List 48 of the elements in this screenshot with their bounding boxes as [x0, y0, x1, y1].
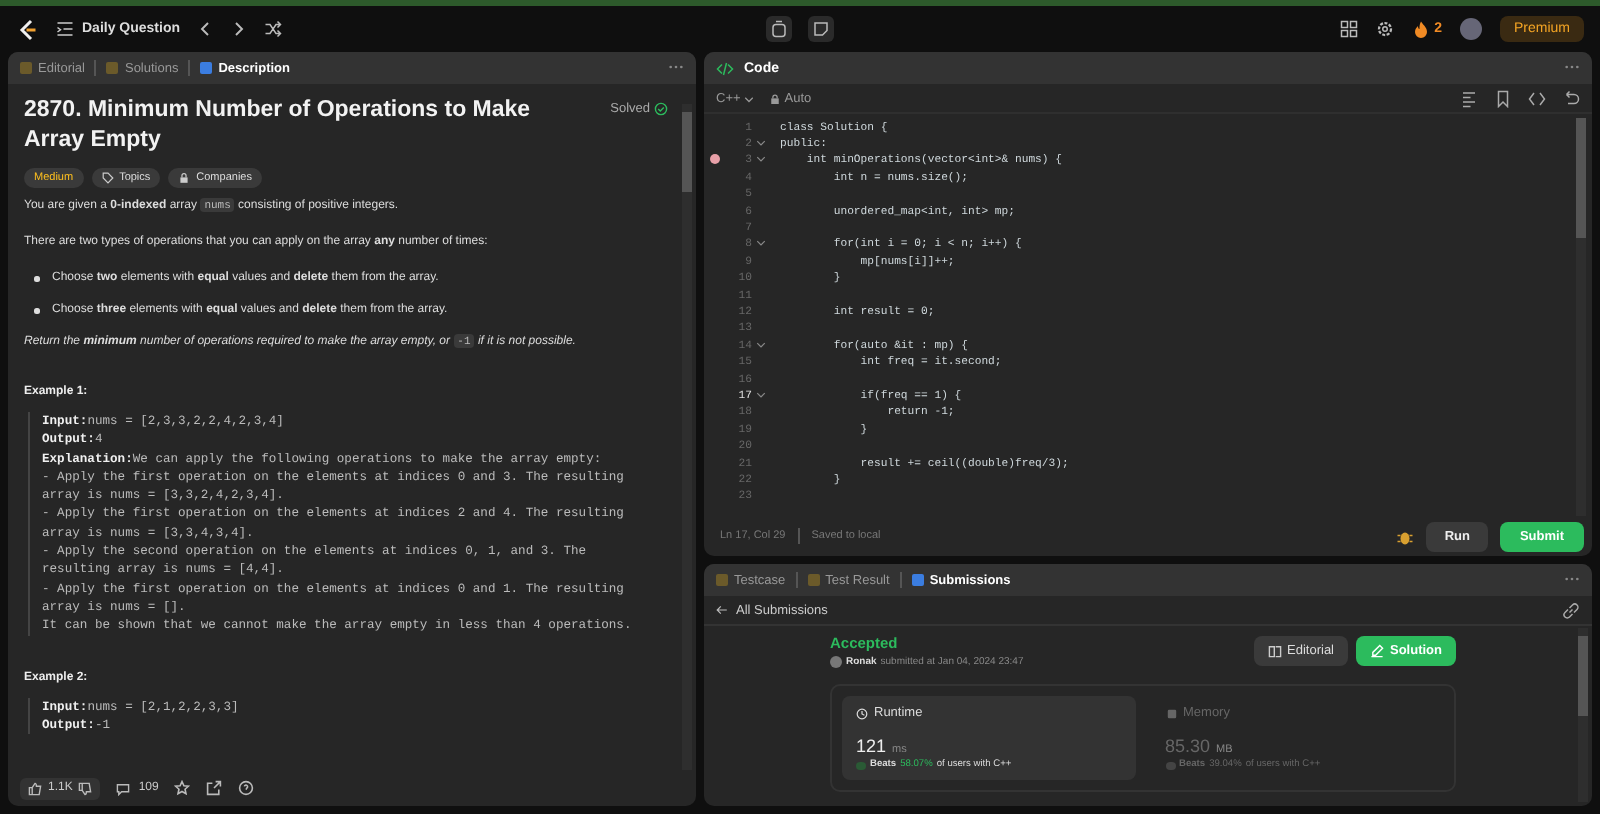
clock-icon: [856, 707, 868, 719]
flame-icon: [1412, 20, 1431, 38]
previous-icon[interactable]: [196, 20, 215, 38]
caret-icon: [744, 93, 755, 103]
chip-icon: [1165, 707, 1177, 719]
lock-icon: [770, 93, 781, 103]
more-icon[interactable]: [1564, 576, 1580, 584]
thumbs-down-icon[interactable]: [78, 781, 93, 795]
bug-icon[interactable]: [1396, 527, 1415, 545]
star-icon[interactable]: [174, 780, 191, 796]
timer-icon[interactable]: [766, 16, 792, 42]
share-icon[interactable]: [206, 780, 223, 796]
avatar[interactable]: [1459, 18, 1482, 40]
notes-icon[interactable]: [808, 16, 834, 42]
logo-icon[interactable]: [16, 17, 40, 41]
comment-icon: [116, 781, 131, 795]
help-icon[interactable]: [238, 780, 255, 796]
beats-icon: [856, 761, 866, 769]
fold-icon[interactable]: [755, 339, 765, 350]
stat-value: 85.30: [1165, 736, 1211, 756]
more-icon[interactable]: [668, 64, 684, 72]
link-icon[interactable]: [1562, 601, 1580, 619]
fold-icon[interactable]: [755, 138, 765, 149]
back-arrow-icon: [716, 604, 728, 616]
breakpoint-dot[interactable]: [709, 154, 719, 165]
fold-icon[interactable]: [755, 154, 765, 165]
fold-icon[interactable]: [755, 389, 765, 400]
reset-icon[interactable]: [1562, 89, 1580, 107]
braces-icon[interactable]: [1528, 89, 1546, 107]
thumbs-up-icon: [28, 781, 42, 795]
edit-icon: [1370, 644, 1384, 658]
bookmark-icon[interactable]: [1494, 89, 1512, 107]
problem-title: 2870. Minimum Number of Operations to Make Array Empty: [24, 96, 533, 156]
code-icon: [716, 59, 734, 77]
format-icon[interactable]: [1460, 89, 1478, 107]
fold-icon[interactable]: [755, 238, 765, 249]
settings-icon[interactable]: [1376, 20, 1395, 38]
stat-value: 121: [856, 736, 887, 756]
lock-icon: [178, 172, 191, 184]
book-icon: [1267, 644, 1282, 658]
check-icon: [654, 102, 668, 116]
shuffle-icon[interactable]: [264, 20, 283, 38]
next-icon[interactable]: [230, 20, 249, 38]
list-icon: [56, 20, 74, 38]
tag-icon: [101, 172, 114, 184]
grid-icon[interactable]: [1340, 20, 1359, 38]
user-avatar: [830, 656, 842, 668]
more-icon[interactable]: [1564, 64, 1580, 72]
